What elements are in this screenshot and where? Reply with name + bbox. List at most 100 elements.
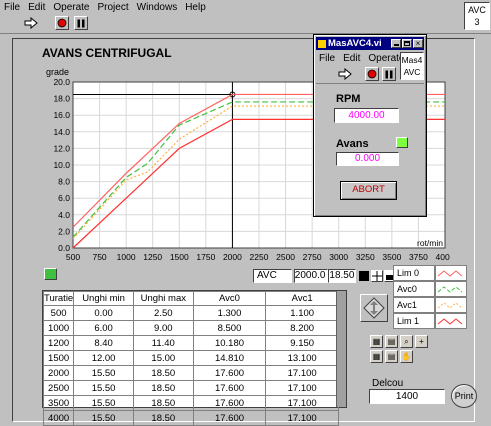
table-cell[interactable]: 3500: [42, 395, 75, 411]
table-cell[interactable]: 9.00: [132, 320, 194, 336]
avans-led: [396, 137, 408, 148]
x-format-icon[interactable]: ▤: [385, 335, 398, 348]
table-cell[interactable]: 1.100: [265, 305, 339, 321]
table-cell[interactable]: 2500: [42, 380, 75, 396]
pause-button[interactable]: [382, 67, 396, 81]
y-tick-label: 2.0: [58, 226, 70, 236]
cursor-style-icon[interactable]: [359, 271, 369, 281]
legend-row[interactable]: Avc1: [393, 297, 469, 313]
popup-menu-file[interactable]: File: [319, 53, 335, 64]
table-cell[interactable]: 17.600: [192, 410, 267, 426]
run-arrow-icon[interactable]: [338, 67, 352, 81]
table-cell[interactable]: 1200: [42, 335, 75, 351]
abort-button[interactable]: [365, 67, 379, 81]
status-led[interactable]: [44, 268, 57, 280]
maximize-icon[interactable]: [402, 39, 412, 48]
close-icon[interactable]: ×: [413, 39, 423, 48]
table-cell[interactable]: 14.810: [192, 350, 267, 366]
legend-label: Avc0: [393, 281, 435, 297]
column-header: Turatie: [42, 291, 75, 306]
table-cell[interactable]: 17.100: [265, 410, 339, 426]
table-cell[interactable]: 8.500: [192, 320, 267, 336]
y-tick-label: 18.0: [53, 94, 70, 104]
table-row: 500 0.00 2.50 1.300 1.100: [42, 305, 339, 321]
table-cell[interactable]: 18.50: [132, 380, 194, 396]
legend-label: Lim 0: [393, 265, 435, 281]
table-cell[interactable]: 17.100: [265, 380, 339, 396]
table-cell[interactable]: 15.50: [73, 365, 134, 381]
table-cell[interactable]: 15.50: [73, 395, 134, 411]
table-cell[interactable]: 15.50: [73, 380, 134, 396]
minimize-icon[interactable]: [391, 39, 401, 48]
table-cell[interactable]: 18.50: [132, 365, 194, 381]
x-tick-label: 4000: [436, 252, 450, 262]
table-cell[interactable]: 4000: [42, 410, 75, 426]
menu-operate[interactable]: Operate: [53, 2, 89, 15]
table-cell[interactable]: 6.00: [73, 320, 134, 336]
table-cell[interactable]: 8.200: [265, 320, 339, 336]
menu-bar: File Edit Operate Project Windows Help: [4, 2, 214, 15]
table-cell[interactable]: 2.50: [132, 305, 194, 321]
y-tick-label: 8.0: [58, 177, 70, 187]
x-scale-icon[interactable]: ▦: [370, 335, 383, 348]
x-tick-label: 2250: [250, 252, 269, 262]
menu-edit[interactable]: Edit: [28, 2, 45, 15]
pan-hand-icon[interactable]: ✋: [400, 350, 413, 363]
table-cell[interactable]: 2000: [42, 365, 75, 381]
table-cell[interactable]: 11.40: [132, 335, 194, 351]
table-cell[interactable]: 17.600: [192, 365, 267, 381]
column-header: Avc0: [192, 291, 267, 306]
table-cell[interactable]: 12.00: [73, 350, 134, 366]
y-scale-icon[interactable]: ▦: [370, 350, 383, 363]
data-table: Turatie Unghi min Unghi max Avc0 Avc1 500 0.0…: [42, 291, 339, 426]
print-button[interactable]: Print: [451, 384, 477, 408]
table-cell[interactable]: 17.100: [265, 365, 339, 381]
legend-row[interactable]: Avc0: [393, 281, 469, 297]
menu-help[interactable]: Help: [185, 2, 206, 15]
table-cell[interactable]: 17.100: [265, 395, 339, 411]
table-cell[interactable]: 10.180: [192, 335, 267, 351]
legend-row[interactable]: Lim 1: [393, 313, 469, 329]
abort-button[interactable]: [55, 16, 69, 30]
cursor-name[interactable]: AVC: [253, 269, 292, 283]
table-cell[interactable]: 9.150: [265, 335, 339, 351]
table-cell[interactable]: 1000: [42, 320, 75, 336]
legend-swatch: [435, 313, 467, 329]
abort-panel-button[interactable]: ABORT: [340, 181, 397, 200]
popup-menu-edit[interactable]: Edit: [343, 53, 360, 64]
popup-title-bar[interactable]: MasAVC4.vi ×: [316, 37, 424, 50]
table-cell[interactable]: 1500: [42, 350, 75, 366]
table-cell[interactable]: 13.100: [265, 350, 339, 366]
menu-project[interactable]: Project: [98, 2, 129, 15]
table-cell[interactable]: 18.50: [132, 395, 194, 411]
column-header: Unghi min: [73, 291, 134, 306]
table-cell[interactable]: 17.600: [192, 380, 267, 396]
table-scrollbar[interactable]: [336, 291, 346, 407]
cursor-x-value[interactable]: 2000.0: [293, 269, 329, 283]
pause-button[interactable]: [74, 16, 88, 30]
delcou-field[interactable]: 1400: [369, 389, 445, 404]
y-format-icon[interactable]: ▤: [385, 350, 398, 363]
vi-icon-badge: AVC 3: [464, 2, 490, 30]
table-cell[interactable]: 18.50: [132, 410, 194, 426]
popup-menu-bar: File Edit Operate: [319, 53, 413, 64]
table-cell[interactable]: 0.00: [73, 305, 134, 321]
menu-file[interactable]: File: [4, 2, 20, 15]
table-cell[interactable]: 500: [42, 305, 75, 321]
cursor-move-icon[interactable]: +: [415, 335, 428, 348]
table-cell[interactable]: 1.300: [192, 305, 267, 321]
x-tick-label: 3500: [382, 252, 401, 262]
graph-navigator[interactable]: [360, 294, 388, 322]
table-cell[interactable]: 17.600: [192, 395, 267, 411]
legend-row[interactable]: Lim 0: [393, 265, 469, 281]
run-arrow-icon[interactable]: [24, 16, 38, 30]
menu-windows[interactable]: Windows: [137, 2, 178, 15]
x-tick-label: 2750: [303, 252, 322, 262]
table-cell[interactable]: 15.00: [132, 350, 194, 366]
cursor-y-value[interactable]: 18.50: [328, 269, 357, 283]
x-tick-label: 1000: [117, 252, 136, 262]
cursor-crosshair-icon[interactable]: [371, 270, 383, 282]
table-cell[interactable]: 8.40: [73, 335, 134, 351]
zoom-icon[interactable]: ⌕: [400, 335, 413, 348]
table-cell[interactable]: 15.50: [73, 410, 134, 426]
